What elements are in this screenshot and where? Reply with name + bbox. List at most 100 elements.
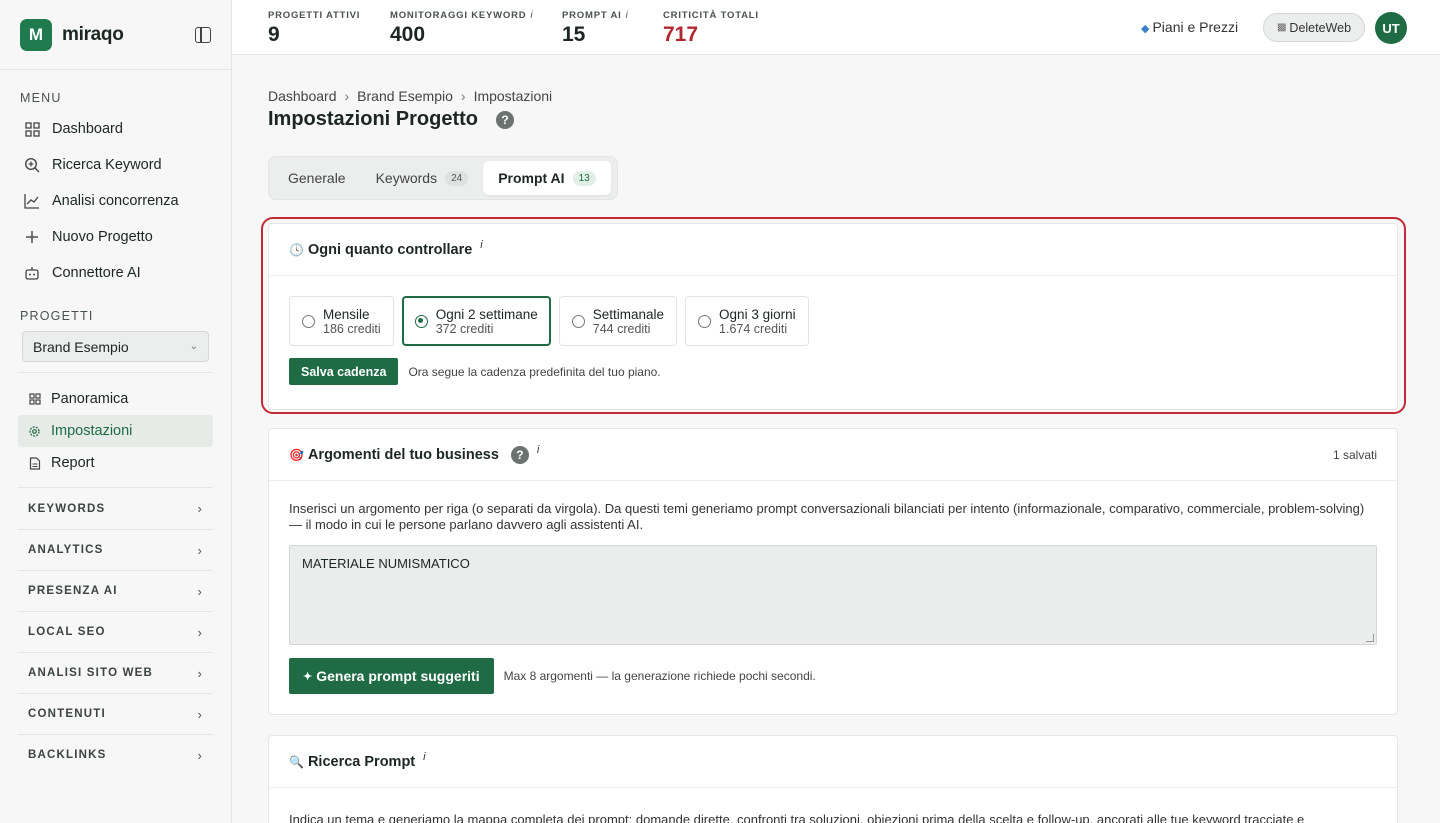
radio-button[interactable] bbox=[302, 314, 315, 328]
cadence-option-3days[interactable]: Ogni 3 giorni 1.674 crediti bbox=[685, 296, 809, 346]
stat-label: PROGETTI ATTIVI bbox=[268, 10, 361, 21]
nav-label: Nuovo Progetto bbox=[52, 229, 153, 245]
search-plus-icon bbox=[24, 157, 40, 173]
nav-label: Panoramica bbox=[51, 391, 129, 407]
stat-ai-prompts: PROMPT AI i 15 bbox=[562, 10, 629, 47]
menu-section-title: MENU bbox=[20, 91, 62, 105]
chevron-right-icon: › bbox=[197, 665, 203, 681]
nav-label: Ricerca Keyword bbox=[52, 157, 162, 173]
info-icon[interactable]: i bbox=[530, 10, 533, 21]
main-content: Dashboard › Brand Esempio › Impostazioni Imp… bbox=[232, 56, 1430, 823]
generate-row: ✦ Genera prompt suggeriti Max 8 argomenti… bbox=[269, 658, 1397, 694]
stat-keyword-monitoring: MONITORAGGI KEYWORD i 400 bbox=[390, 10, 533, 47]
tab-count-badge: 13 bbox=[572, 170, 596, 186]
sidebar: M miraqo MENU Dashboard Ricerca Keyword … bbox=[0, 0, 232, 823]
group-contenuti[interactable]: CONTENUTI › bbox=[18, 693, 213, 734]
brand-header: M miraqo bbox=[0, 0, 231, 70]
grid-icon bbox=[24, 121, 40, 137]
nav-overview[interactable]: Panoramica bbox=[18, 383, 213, 415]
building-icon: ▩ bbox=[1276, 22, 1287, 33]
group-label: CONTENUTI bbox=[28, 708, 106, 720]
info-icon[interactable]: i bbox=[537, 444, 539, 456]
info-icon[interactable]: i bbox=[423, 751, 425, 763]
info-icon[interactable]: i bbox=[480, 239, 482, 251]
breadcrumb: Dashboard › Brand Esempio › Impostazioni bbox=[268, 88, 552, 104]
nav-settings[interactable]: Impostazioni bbox=[18, 415, 213, 447]
group-label: PRESENZA AI bbox=[28, 585, 118, 597]
group-website-analysis[interactable]: ANALISI SITO WEB › bbox=[18, 652, 213, 693]
option-name: Ogni 2 settimane bbox=[435, 306, 538, 322]
stat-label: CRITICITÀ TOTALI bbox=[663, 10, 759, 21]
tab-prompt-ai[interactable]: Prompt AI 13 bbox=[483, 161, 611, 195]
nav-competitor-analysis[interactable]: Analisi concorrenza bbox=[18, 183, 213, 219]
radio-button[interactable] bbox=[698, 314, 712, 328]
project-select[interactable]: Brand Esempio ⌄ bbox=[22, 331, 209, 362]
nav-keyword-research[interactable]: Ricerca Keyword bbox=[18, 147, 213, 183]
radio-button[interactable] bbox=[414, 314, 428, 328]
card-header: 🎯 Argomenti del tuo business ? i 1 salva… bbox=[269, 429, 1397, 481]
avatar[interactable]: UT bbox=[1375, 12, 1407, 44]
breadcrumb-separator-icon: › bbox=[460, 88, 466, 104]
info-icon[interactable]: i bbox=[626, 10, 629, 21]
logo-text[interactable]: miraqo bbox=[62, 24, 124, 46]
magnifier-icon: 🔍 bbox=[289, 754, 304, 769]
logo-icon[interactable]: M bbox=[20, 18, 52, 51]
nav-dashboard[interactable]: Dashboard bbox=[18, 111, 213, 147]
app: M miraqo MENU Dashboard Ricerca Keyword … bbox=[0, 0, 1440, 823]
nav-label: Connettore AI bbox=[52, 265, 141, 281]
stat-value: 717 bbox=[663, 23, 699, 46]
option-name: Mensile bbox=[323, 306, 370, 322]
group-label: LOCAL SEO bbox=[28, 626, 106, 638]
group-label: ANALYTICS bbox=[28, 544, 104, 556]
workspace-button[interactable]: ▩ DeleteWeb bbox=[1263, 13, 1365, 42]
breadcrumb-separator-icon: › bbox=[344, 88, 350, 104]
tab-general[interactable]: Generale bbox=[273, 161, 361, 195]
nav-label: Dashboard bbox=[52, 121, 123, 137]
sidebar-toggle-icon[interactable] bbox=[195, 27, 211, 43]
help-icon[interactable]: ? bbox=[510, 445, 529, 464]
group-presenza-ai[interactable]: PRESENZA AI › bbox=[18, 570, 213, 611]
robot-icon bbox=[24, 265, 40, 281]
chevron-right-icon: › bbox=[197, 706, 203, 722]
tab-keywords[interactable]: Keywords 24 bbox=[361, 161, 484, 195]
generate-prompts-button[interactable]: ✦ Genera prompt suggeriti bbox=[289, 658, 494, 694]
diamond-icon: ◆ bbox=[1141, 23, 1150, 35]
saved-count: 1 salvati bbox=[1332, 447, 1377, 462]
option-credits: 372 crediti bbox=[435, 321, 494, 336]
nav-label: Analisi concorrenza bbox=[52, 193, 179, 209]
help-icon[interactable]: ? bbox=[496, 111, 514, 129]
prompt-research-card: 🔍 Ricerca Prompt i Indica un tema e gene… bbox=[268, 735, 1398, 823]
nav-ai-connector[interactable]: Connettore AI bbox=[18, 255, 213, 291]
chevron-right-icon: › bbox=[197, 583, 203, 599]
nav-report[interactable]: Report bbox=[18, 447, 213, 479]
breadcrumb-project[interactable]: Brand Esempio bbox=[357, 88, 453, 104]
save-cadence-button[interactable]: Salva cadenza bbox=[289, 358, 399, 385]
chart-line-icon bbox=[24, 193, 40, 209]
topics-textarea[interactable]: MATERIALE NUMISMATICO bbox=[289, 545, 1377, 645]
cadence-option-monthly[interactable]: Mensile 186 crediti bbox=[289, 296, 394, 346]
stat-value: 15 bbox=[562, 23, 586, 46]
cadence-option-biweekly[interactable]: Ogni 2 settimane 372 crediti bbox=[401, 296, 551, 346]
group-backlinks[interactable]: BACKLINKS › bbox=[18, 734, 213, 775]
option-credits: 744 crediti bbox=[592, 321, 651, 336]
grid-small-icon bbox=[28, 393, 41, 406]
cadence-card: 🕓 Ogni quanto controllare i Mensile 186 c… bbox=[268, 223, 1398, 410]
breadcrumb-dashboard[interactable]: Dashboard bbox=[268, 88, 337, 104]
option-name: Ogni 3 giorni bbox=[719, 306, 796, 322]
project-select-value: Brand Esempio bbox=[33, 338, 129, 355]
radio-button[interactable] bbox=[571, 314, 585, 328]
generate-note: Max 8 argomenti — la generazione richied… bbox=[503, 669, 816, 683]
stat-value: 9 bbox=[268, 23, 280, 46]
cadence-option-weekly[interactable]: Settimanale 744 crediti bbox=[558, 296, 678, 346]
page-title: Impostazioni Progetto bbox=[268, 108, 478, 130]
chevron-right-icon: › bbox=[197, 747, 203, 763]
group-local-seo[interactable]: LOCAL SEO › bbox=[18, 611, 213, 652]
pricing-link[interactable]: ◆ Piani e Prezzi bbox=[1141, 19, 1238, 35]
group-keywords[interactable]: KEYWORDS › bbox=[18, 488, 213, 529]
chevron-right-icon: › bbox=[197, 542, 203, 558]
nav-new-project[interactable]: Nuovo Progetto bbox=[18, 219, 213, 255]
chevron-right-icon: › bbox=[197, 624, 203, 640]
group-analytics[interactable]: ANALYTICS › bbox=[18, 529, 213, 570]
group-label: ANALISI SITO WEB bbox=[28, 667, 154, 679]
divider bbox=[18, 372, 213, 373]
